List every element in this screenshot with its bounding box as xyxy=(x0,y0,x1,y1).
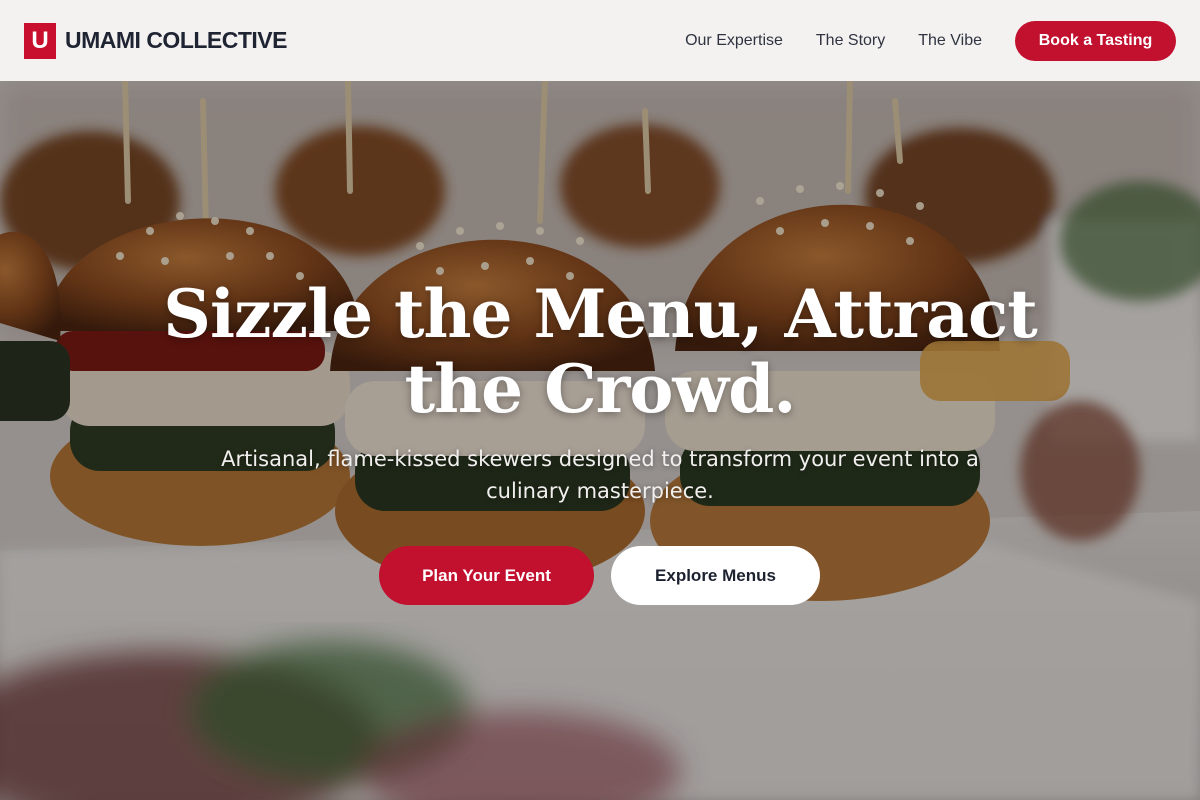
main-nav: Our Expertise The Story The Vibe Book a … xyxy=(685,20,1176,61)
hero-dark-overlay xyxy=(0,81,1200,800)
hero-section: Sizzle the Menu, Attract the Crowd. Arti… xyxy=(0,81,1200,800)
hero-subtitle: Artisanal, flame-kissed skewers designed… xyxy=(221,447,979,503)
plan-event-button[interactable]: Plan Your Event xyxy=(379,546,594,605)
hero-title: Sizzle the Menu, Attract the Crowd. xyxy=(163,275,1037,428)
brand-logo[interactable]: U UMAMI COLLECTIVE xyxy=(24,22,288,59)
logo-mark: U xyxy=(24,22,56,59)
explore-menus-button[interactable]: Explore Menus xyxy=(611,546,820,605)
nav-link-the-vibe[interactable]: The Vibe xyxy=(918,32,982,50)
book-tasting-button[interactable]: Book a Tasting xyxy=(1015,20,1176,61)
nav-link-the-story[interactable]: The Story xyxy=(816,32,885,50)
hero-buttons: Plan Your Event Explore Menus xyxy=(379,546,820,605)
nav-link-our-expertise[interactable]: Our Expertise xyxy=(685,32,783,50)
site-header: U UMAMI COLLECTIVE Our Expertise The Sto… xyxy=(0,0,1200,81)
brand-name: UMAMI COLLECTIVE xyxy=(65,27,288,53)
